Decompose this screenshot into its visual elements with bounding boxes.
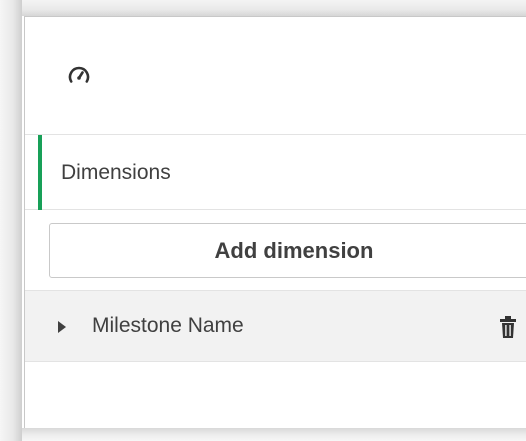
window-shadow-left — [0, 0, 22, 441]
panel-header — [25, 17, 526, 135]
screenshot-frame: Dimensions Add dimension Milestone Name — [0, 0, 526, 441]
dimensions-section-header[interactable]: Dimensions — [25, 135, 526, 210]
section-title: Dimensions — [61, 161, 171, 184]
section-accent-bar — [38, 135, 42, 210]
dimension-item[interactable]: Milestone Name — [25, 290, 526, 362]
window-shadow-bottom — [22, 428, 526, 441]
dimension-label: Milestone Name — [92, 314, 244, 337]
properties-panel: Dimensions Add dimension Milestone Name — [24, 16, 526, 428]
caret-right-icon[interactable] — [58, 321, 66, 333]
gauge-icon — [68, 66, 90, 83]
add-dimension-button[interactable]: Add dimension — [49, 223, 526, 278]
trash-icon[interactable] — [499, 315, 517, 339]
window-shadow-top — [0, 0, 526, 16]
